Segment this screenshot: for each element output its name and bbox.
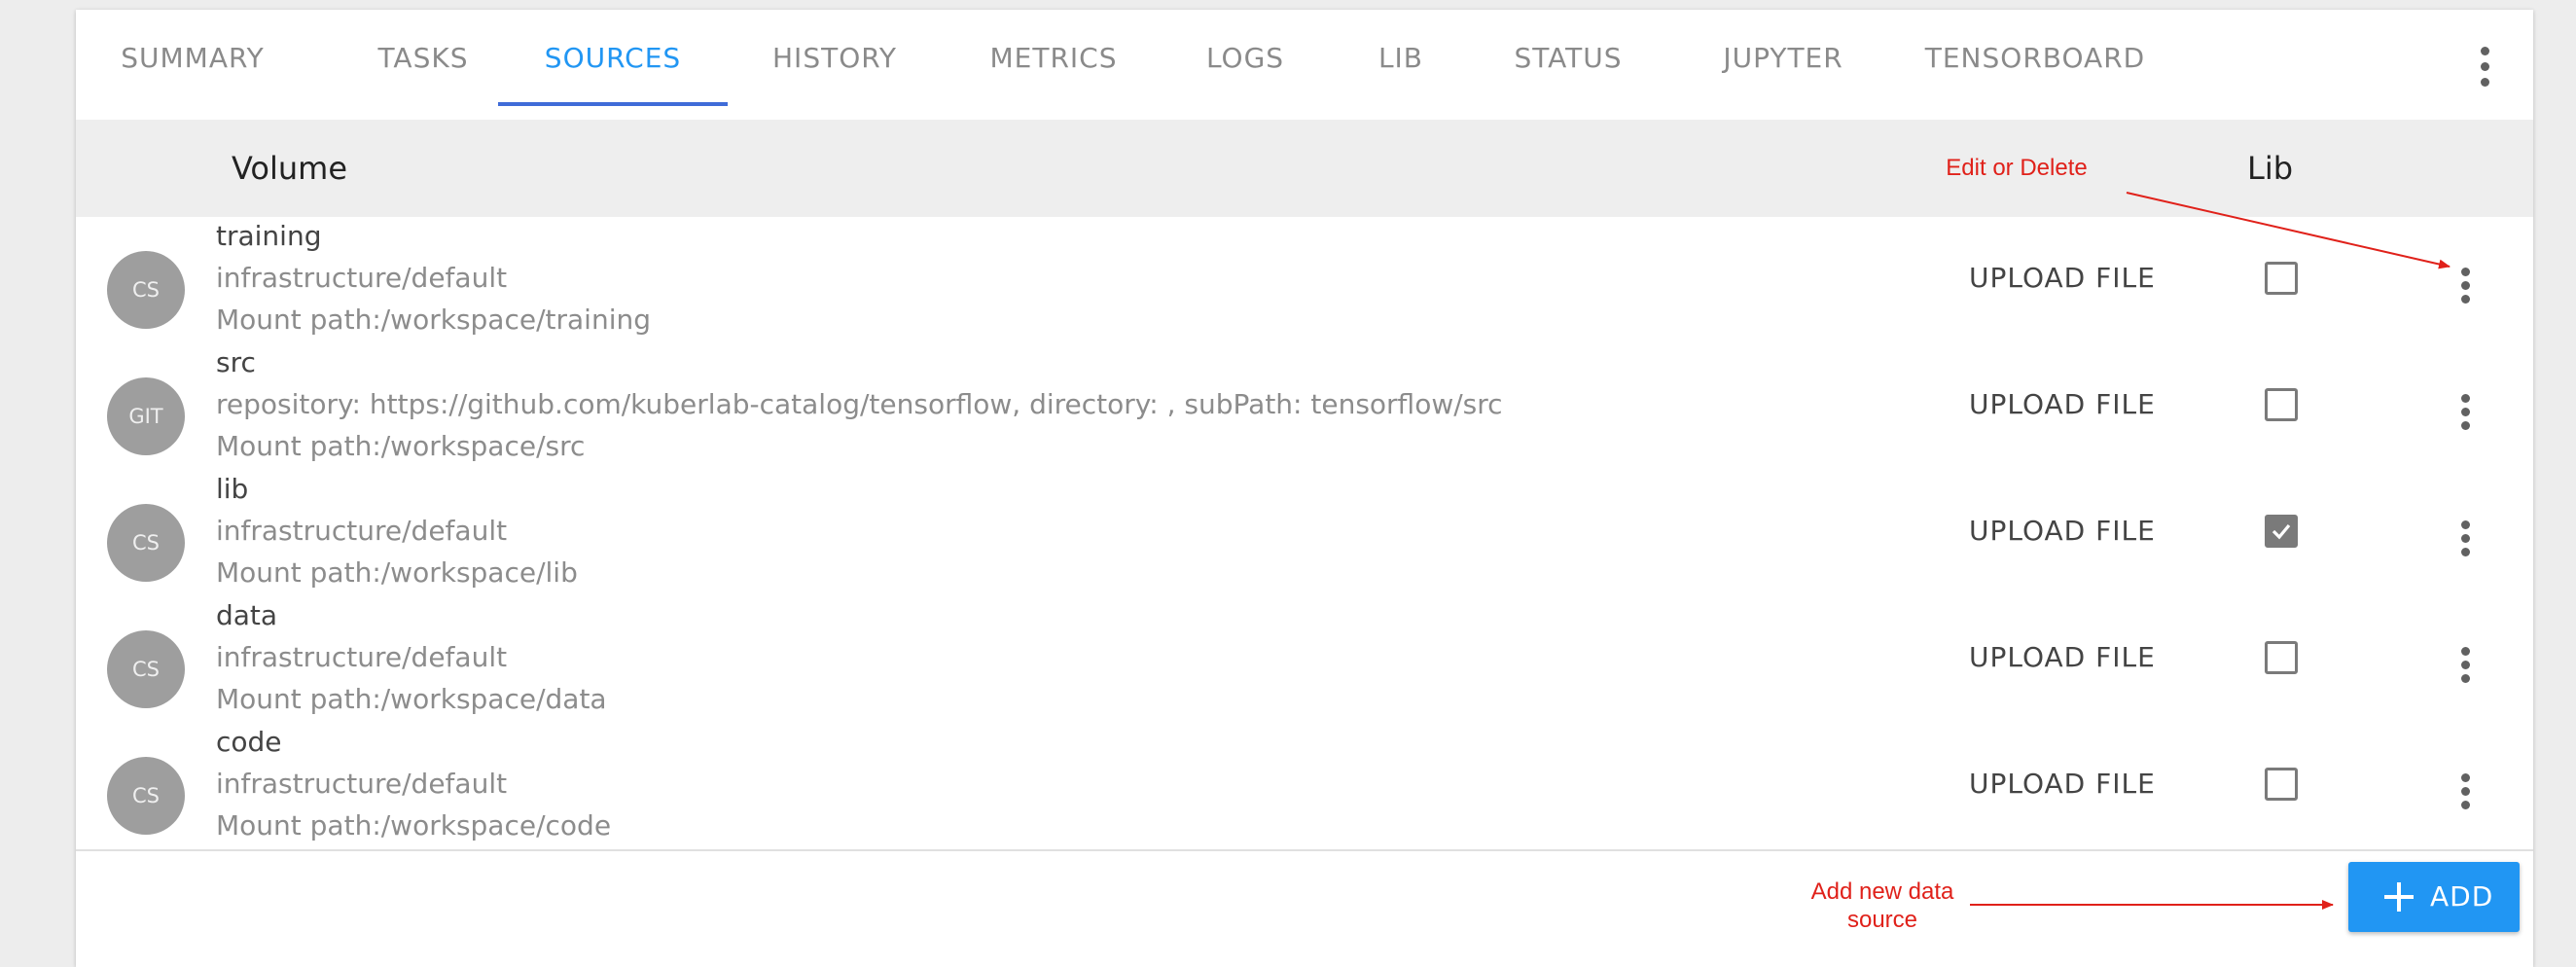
arrow-to-row-menu (2126, 192, 2451, 269)
annotation-arrows (1970, 192, 2451, 910)
